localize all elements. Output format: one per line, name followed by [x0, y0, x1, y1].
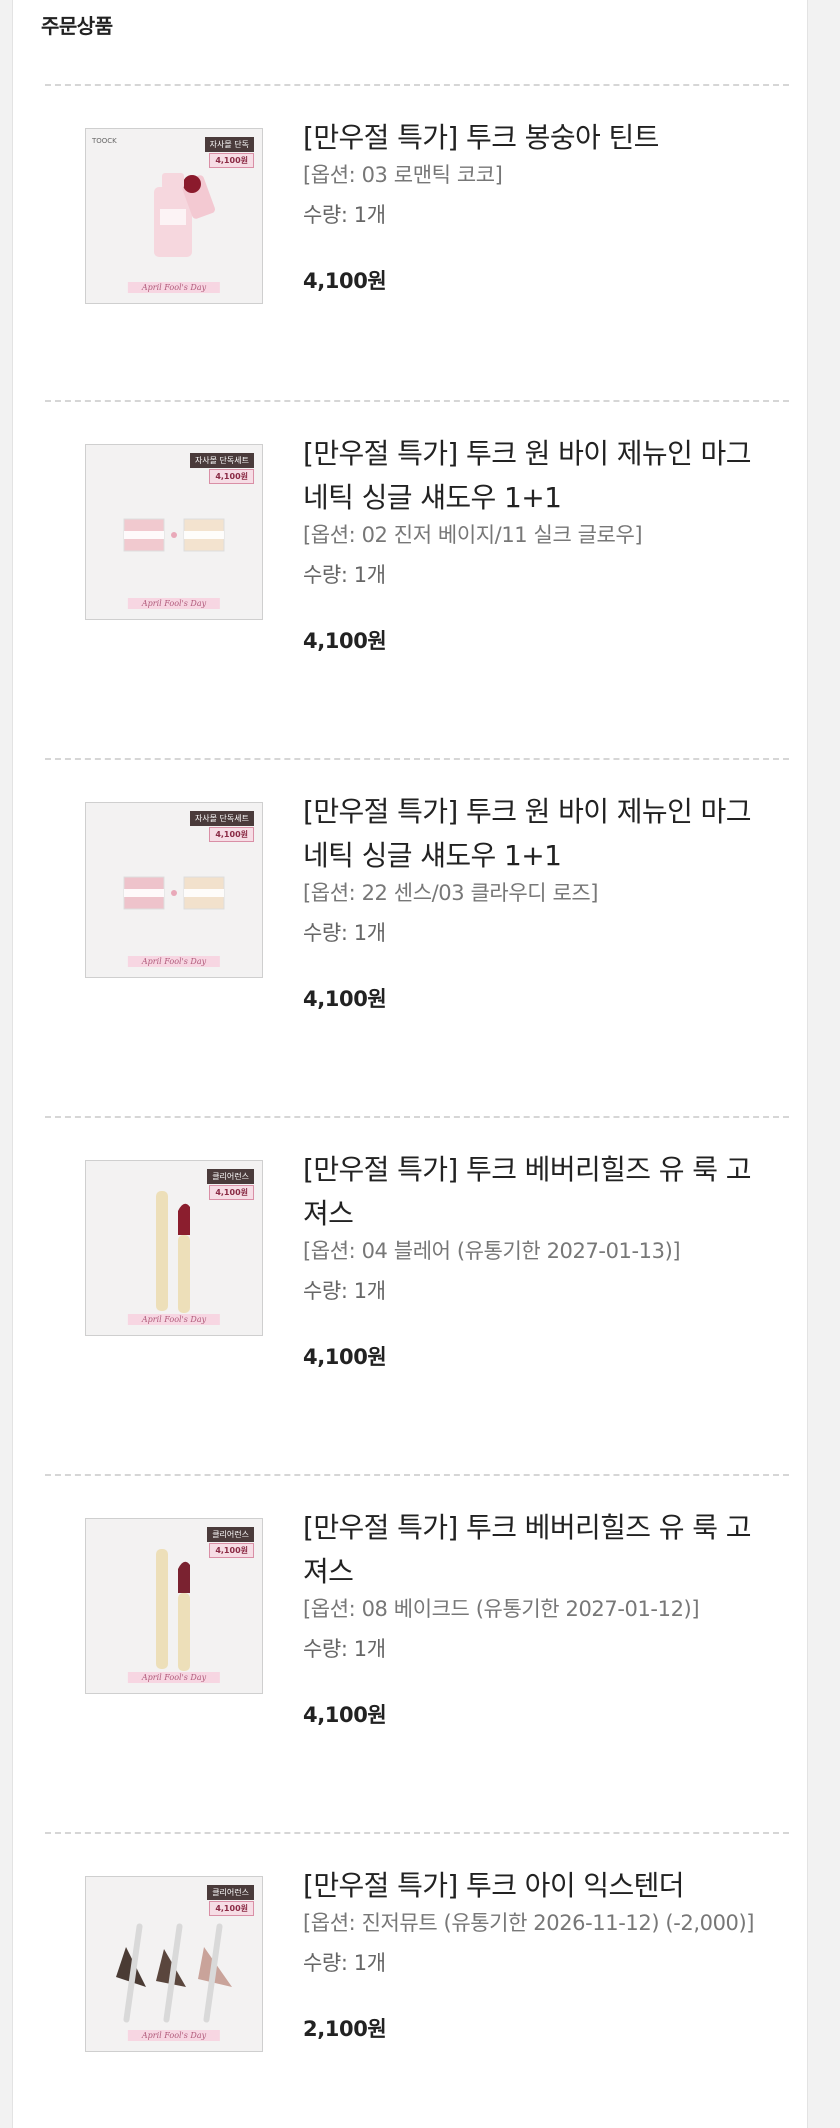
exclusive-tag: 자사몰 단독 — [204, 137, 254, 152]
product-thumbnail[interactable]: 자사몰 단독세트 4,100원 April Fool's Day — [85, 802, 263, 978]
product-name[interactable]: [만우절 특가] 투크 원 바이 제뉴인 마그네틱 싱글 섀도우 1+1 — [303, 432, 773, 520]
order-item: 클리어런스 4,100원 April Fool's Day [만우절 특가] 투… — [45, 1832, 789, 2128]
product-option: [옵션: 02 진저 베이지/11 실크 글로우] — [303, 523, 643, 547]
product-name[interactable]: [만우절 특가] 투크 베버리힐즈 유 룩 고져스 — [303, 1148, 773, 1236]
brand-label: TOOCK — [92, 137, 117, 145]
product-name[interactable]: [만우절 특가] 투크 원 바이 제뉴인 마그네틱 싱글 섀도우 1+1 — [303, 790, 773, 878]
product-quantity: 수량: 1개 — [303, 203, 386, 227]
thumb-price-tag: 4,100원 — [209, 827, 254, 842]
product-thumbnail[interactable]: 클리어런스 4,100원 April Fool's Day — [85, 1876, 263, 2052]
product-quantity: 수량: 1개 — [303, 921, 386, 945]
product-thumbnail[interactable]: TOOCK 자사몰 단독 4,100원 April Fool's Day — [85, 128, 263, 304]
product-thumbnail[interactable]: 자사몰 단독세트 4,100원 April Fool's Day — [85, 444, 263, 620]
thumb-caption: April Fool's Day — [127, 1314, 221, 1325]
product-thumbnail[interactable]: 클리어런스 4,100원 April Fool's Day — [85, 1160, 263, 1336]
order-item: 클리어런스 4,100원 April Fool's Day [만우절 특가] 투… — [45, 1474, 789, 1832]
thumb-caption: April Fool's Day — [127, 956, 221, 967]
product-name[interactable]: [만우절 특가] 투크 아이 익스텐더 — [303, 1864, 773, 1908]
order-items-panel: 주문상품 TOOCK 자사몰 단독 4,100원 April Fool's Da… — [12, 0, 808, 2128]
clearance-tag: 클리어런스 — [207, 1169, 254, 1184]
thumb-price-tag: 4,100원 — [209, 1901, 254, 1916]
product-price: 2,100원 — [303, 2017, 387, 2041]
exclusive-tag: 자사몰 단독세트 — [189, 453, 254, 468]
product-name[interactable]: [만우절 특가] 투크 베버리힐즈 유 룩 고져스 — [303, 1506, 773, 1594]
clearance-tag: 클리어런스 — [207, 1527, 254, 1542]
clearance-tag: 클리어런스 — [207, 1885, 254, 1900]
product-option: [옵션: 04 블레어 (유통기한 2027-01-13)] — [303, 1239, 681, 1263]
thumb-caption: April Fool's Day — [127, 2030, 221, 2041]
product-price: 4,100원 — [303, 629, 387, 653]
product-quantity: 수량: 1개 — [303, 563, 386, 587]
order-item: 자사몰 단독세트 4,100원 April Fool's Day [만우절 특가… — [45, 758, 789, 1116]
thumb-caption: April Fool's Day — [127, 282, 221, 293]
product-option: [옵션: 08 베이크드 (유통기한 2027-01-12)] — [303, 1597, 700, 1621]
product-option: [옵션: 진저뮤트 (유통기한 2026-11-12) (-2,000)] — [303, 1911, 755, 1935]
thumb-price-tag: 4,100원 — [209, 1185, 254, 1200]
product-quantity: 수량: 1개 — [303, 1279, 386, 1303]
product-quantity: 수량: 1개 — [303, 1951, 386, 1975]
section-title: 주문상품 — [41, 14, 113, 38]
order-item: 자사몰 단독세트 4,100원 April Fool's Day [만우절 특가… — [45, 400, 789, 758]
thumb-caption: April Fool's Day — [127, 598, 221, 609]
thumb-price-tag: 4,100원 — [209, 153, 254, 168]
product-name[interactable]: [만우절 특가] 투크 봉숭아 틴트 — [303, 116, 773, 160]
product-option: [옵션: 03 로맨틱 코코] — [303, 163, 503, 187]
order-item: TOOCK 자사몰 단독 4,100원 April Fool's Day [만우… — [45, 84, 789, 442]
product-price: 4,100원 — [303, 987, 387, 1011]
exclusive-tag: 자사몰 단독세트 — [189, 811, 254, 826]
product-thumbnail[interactable]: 클리어런스 4,100원 April Fool's Day — [85, 1518, 263, 1694]
thumb-price-tag: 4,100원 — [209, 1543, 254, 1558]
product-quantity: 수량: 1개 — [303, 1637, 386, 1661]
order-item: 클리어런스 4,100원 April Fool's Day [만우절 특가] 투… — [45, 1116, 789, 1474]
product-price: 4,100원 — [303, 269, 387, 293]
thumb-caption: April Fool's Day — [127, 1672, 221, 1683]
product-price: 4,100원 — [303, 1345, 387, 1369]
thumb-price-tag: 4,100원 — [209, 469, 254, 484]
product-price: 4,100원 — [303, 1703, 387, 1727]
product-option: [옵션: 22 센스/03 클라우디 로즈] — [303, 881, 599, 905]
